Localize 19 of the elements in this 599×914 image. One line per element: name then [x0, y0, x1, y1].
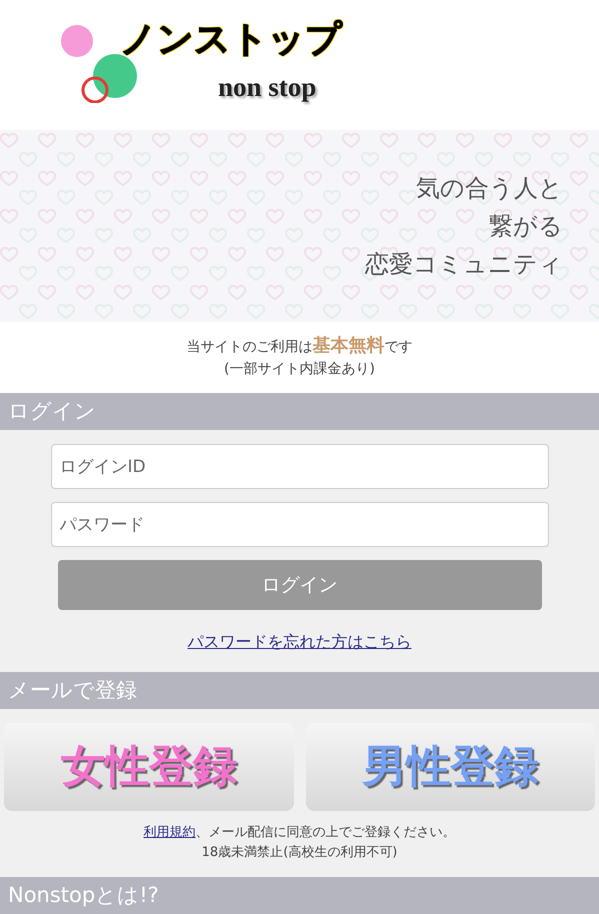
terms-notice: 利用規約、メール配信に同意の上でご登録ください。 [142, 824, 456, 842]
age-notice: 18歳未満禁止(高校生の利用不可) [200, 844, 398, 862]
forgot-password-link[interactable]: パスワードを忘れた方はこちら [188, 630, 412, 654]
register-button[interactable]: 男性登録 [306, 723, 595, 811]
terms-link[interactable]: 利用規約 [144, 825, 196, 840]
tagline: 繋がる [489, 211, 563, 242]
register-button[interactable]: 女性登録 [4, 723, 294, 811]
billing-note: (一部サイト内課金あり) [224, 360, 375, 379]
section-heading: ログイン [0, 393, 599, 430]
section-heading: Nonstopとは!? [0, 877, 599, 914]
password-field[interactable]: パスワード [50, 502, 548, 547]
logo-title: ノンストップ [120, 22, 342, 58]
tagline: 気の合う人と [416, 173, 563, 204]
logo-subtitle: non stop [218, 74, 316, 100]
login-button[interactable]: ログイン [58, 560, 542, 610]
login-id-field[interactable]: ログインID [50, 444, 548, 489]
section-heading: メールで登録 [0, 672, 599, 709]
tagline: 恋愛コミュニティ [365, 249, 563, 280]
free-notice: 当サイトのご利用は基本無料です [186, 335, 412, 358]
